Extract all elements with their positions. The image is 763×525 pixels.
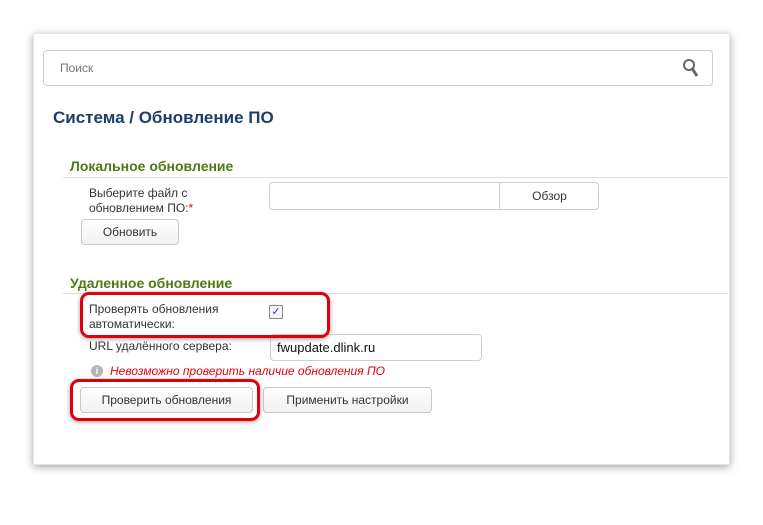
local-update-header: Локальное обновление xyxy=(70,158,234,174)
browse-button[interactable]: Обзор xyxy=(499,183,599,209)
apply-settings-button[interactable]: Применить настройки xyxy=(263,387,432,413)
search-input[interactable] xyxy=(58,60,662,76)
page-title: Система / Обновление ПО xyxy=(53,108,274,127)
search-box[interactable] xyxy=(43,50,713,86)
required-mark: * xyxy=(188,201,194,215)
file-input[interactable]: Обзор xyxy=(269,182,599,210)
highlight-auto-check xyxy=(80,292,330,338)
file-label-text: Выберите файл с обновлением ПО: xyxy=(89,186,189,215)
url-label: URL удалённого сервера: xyxy=(89,339,232,353)
file-label: Выберите файл с обновлением ПО:* xyxy=(89,186,239,216)
error-message: Невозможно проверить наличие обновления … xyxy=(110,364,385,378)
remote-update-header: Удаленное обновление xyxy=(70,275,233,291)
highlight-check-button xyxy=(70,379,260,421)
url-value: fwupdate.dlink.ru xyxy=(277,340,376,355)
update-button[interactable]: Обновить xyxy=(81,219,179,245)
divider xyxy=(63,177,728,178)
info-icon: i xyxy=(91,365,103,377)
search-icon[interactable] xyxy=(682,58,700,78)
url-input[interactable]: fwupdate.dlink.ru xyxy=(270,334,482,361)
